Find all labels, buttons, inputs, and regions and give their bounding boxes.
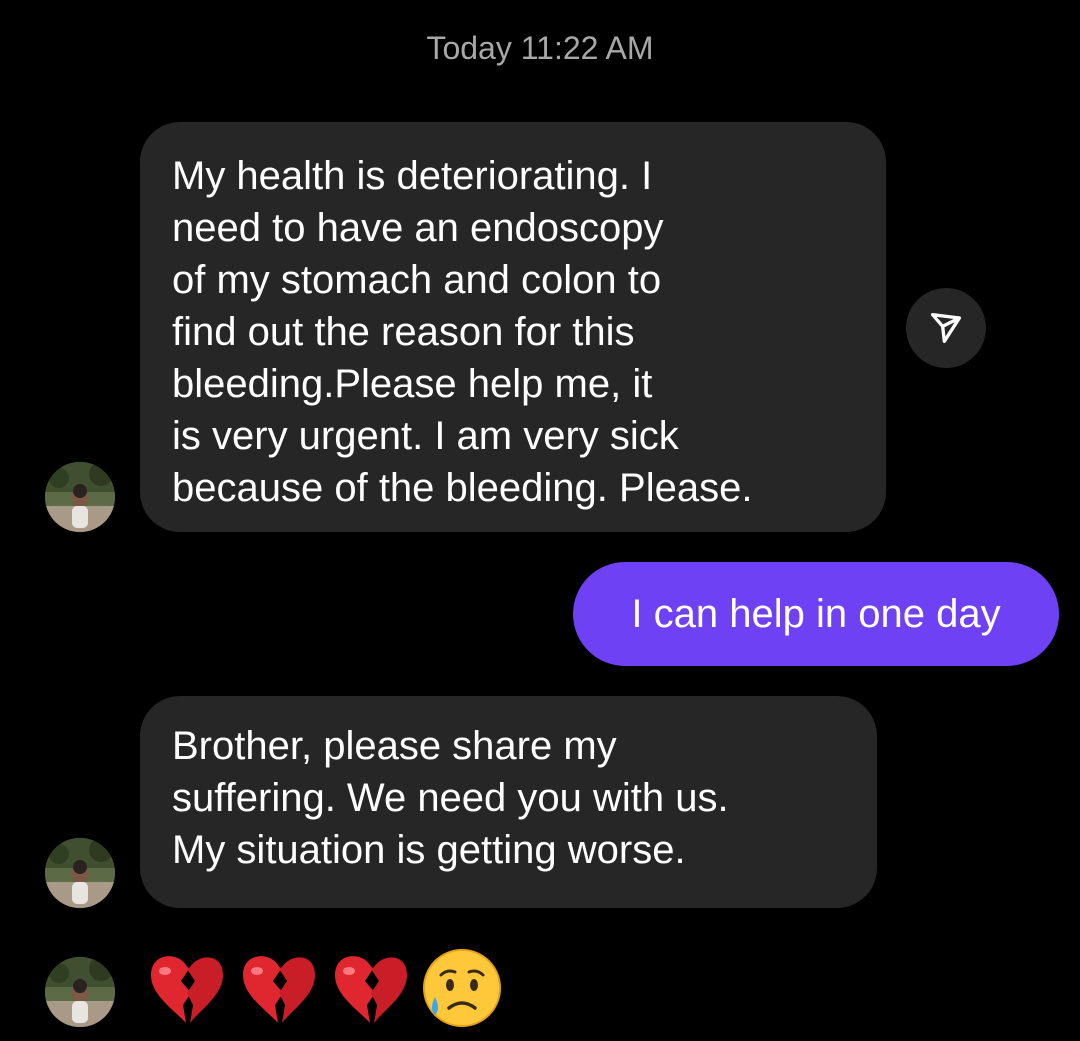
sad-but-relieved-face-icon: [419, 945, 505, 1031]
sender-avatar[interactable]: [45, 838, 115, 908]
sender-avatar[interactable]: [45, 957, 115, 1027]
broken-heart-icon: [327, 945, 413, 1031]
thread-timestamp: Today 11:22 AM: [426, 30, 654, 66]
sent-message-bubble[interactable]: I can help in one day: [573, 562, 1059, 666]
received-message-bubble[interactable]: My health is deteriorating. I need to ha…: [140, 122, 886, 532]
sender-avatar[interactable]: [45, 462, 115, 532]
broken-heart-icon: [143, 945, 229, 1031]
send-icon: [931, 313, 961, 343]
broken-heart-icon: [235, 945, 321, 1031]
emoji-message[interactable]: [143, 945, 505, 1031]
received-message-bubble[interactable]: Brother, please share my suffering. We n…: [140, 696, 877, 908]
share-message-button[interactable]: [906, 288, 986, 368]
